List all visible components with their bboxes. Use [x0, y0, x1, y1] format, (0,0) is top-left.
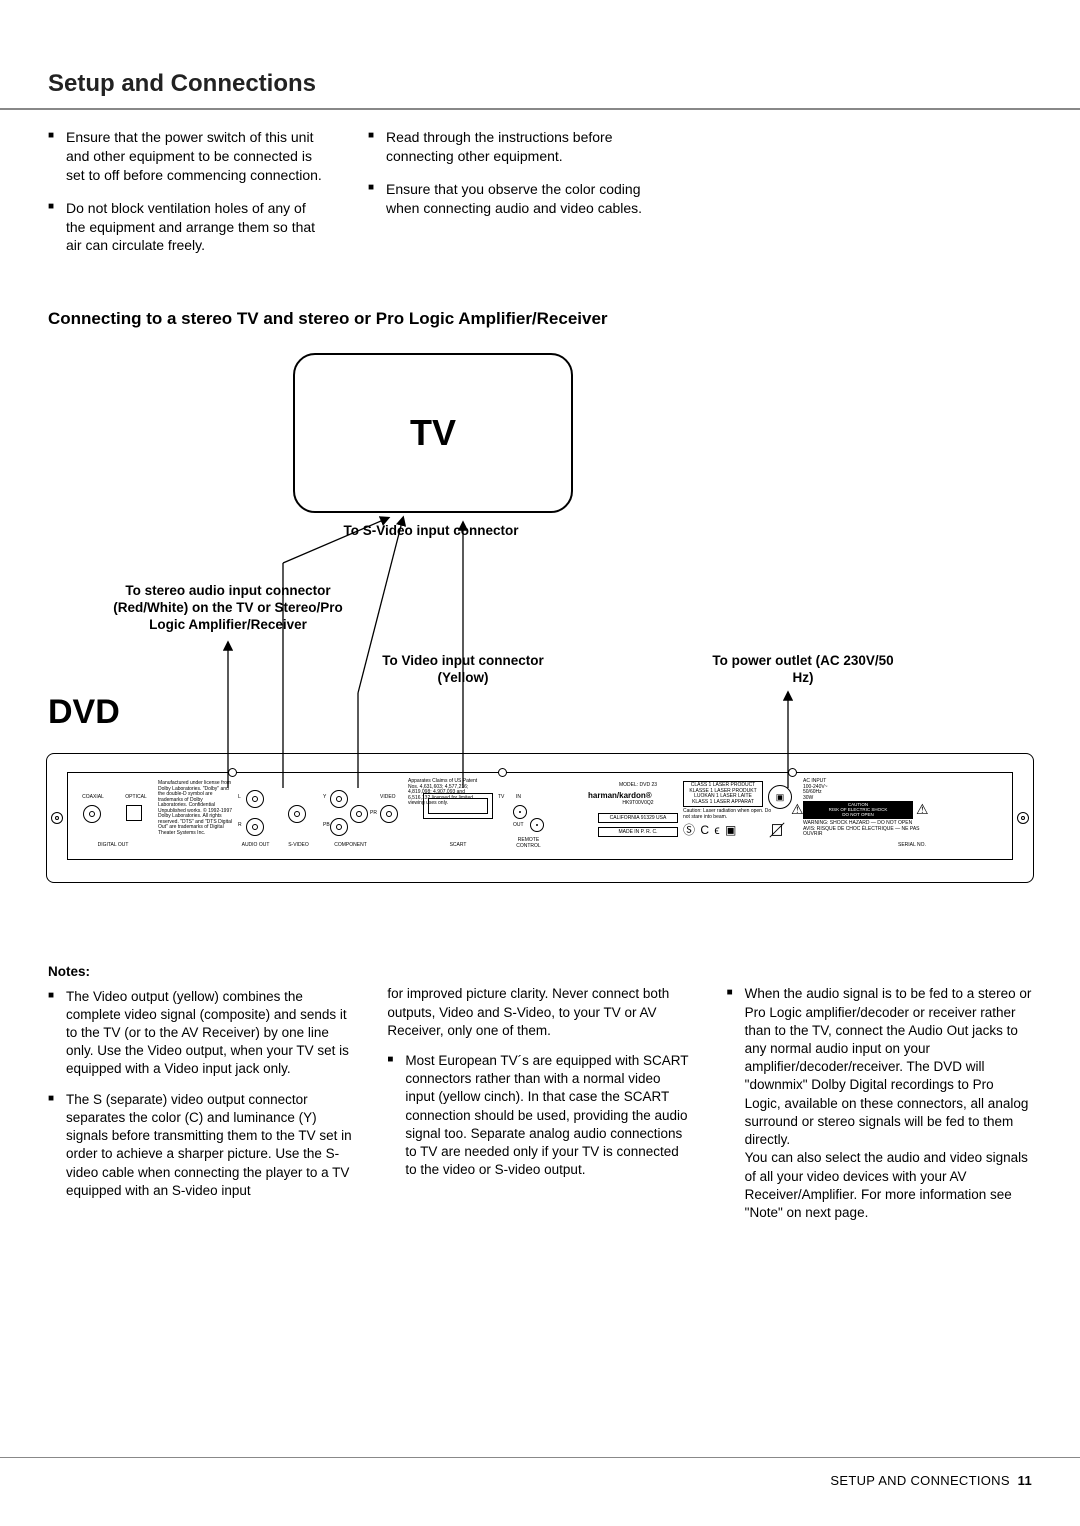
- label-remote: REMOTE CONTROL: [506, 838, 551, 849]
- dvd-label: DVD: [48, 693, 120, 732]
- connection-diagram: TV To S-Video input connector To stereo …: [48, 343, 1032, 903]
- jack-pr: [350, 805, 368, 823]
- title-rule: [0, 108, 1080, 110]
- video-label: To Video input connector (Yellow): [368, 653, 558, 687]
- caution-box: CAUTION RISK OF ELECTRIC SHOCK DO NOT OP…: [803, 801, 913, 819]
- jack-audio-l: [246, 790, 264, 808]
- chassis-screw: [1017, 812, 1029, 824]
- section-subheading: Connecting to a stereo TV and stereo or …: [48, 309, 1032, 329]
- brand-label: harman/kardon®: [588, 791, 652, 800]
- scart-connector: [423, 793, 493, 819]
- warning-triangle-icon: ⚠: [791, 801, 804, 818]
- intro-bullet: Ensure that the power switch of this uni…: [48, 128, 328, 185]
- jack-optical: [126, 805, 142, 821]
- label-pr: PR: [370, 811, 377, 817]
- shock-triangle-icon: ⚠: [916, 801, 929, 818]
- chassis-screw: [51, 812, 63, 824]
- page-title: Setup and Connections: [48, 70, 1032, 98]
- panel-screw: [498, 768, 507, 777]
- notes-section: Notes: The Video output (yellow) combine…: [48, 963, 1032, 1234]
- laser-class-box: CLASS 1 LASER PRODUCT KLASSE 1 LASER PRO…: [683, 781, 763, 807]
- jack-y: [330, 790, 348, 808]
- power-label: To power outlet (AC 230V/50 Hz): [708, 653, 898, 687]
- note-item: The S (separate) video output connector …: [48, 1091, 353, 1200]
- label-y: Y: [323, 795, 326, 801]
- label-made: MADE IN P. R. C.: [598, 827, 678, 837]
- note-item: Most European TV´s are equipped with SCA…: [387, 1052, 692, 1180]
- label-scart: SCART: [428, 843, 488, 849]
- label-video: VIDEO: [380, 795, 396, 801]
- label-coaxial: COAXIAL: [73, 795, 113, 801]
- intro-bullet: Ensure that you observe the color coding…: [368, 180, 648, 218]
- label-l: L: [238, 795, 241, 801]
- brand-sub: HK9T00V0Q2: [598, 801, 678, 807]
- label-in: IN: [516, 795, 521, 801]
- jack-coaxial: [83, 805, 101, 823]
- intro-columns: Ensure that the power switch of this uni…: [48, 128, 1032, 269]
- label-california: CALIFORNIA 91329 USA: [598, 813, 678, 823]
- panel-screw: [228, 768, 237, 777]
- note-item: The Video output (yellow) combines the c…: [48, 988, 353, 1079]
- intro-bullet: Read through the instructions before con…: [368, 128, 648, 166]
- dolby-fineprint: Manufactured under license from Dolby La…: [158, 781, 233, 836]
- label-pb: PB: [323, 823, 330, 829]
- jack-video: [380, 805, 398, 823]
- jack-svideo: [288, 805, 306, 823]
- cert-icons: Ⓢ C ϵ ▣: [683, 821, 737, 838]
- laser-caution: Caution: Laser radiation when open. Do n…: [683, 809, 773, 820]
- jack-remote-out: [530, 818, 544, 832]
- label-svideo: S-VIDEO: [276, 843, 321, 849]
- label-out: OUT: [513, 823, 524, 829]
- jack-audio-r: [246, 818, 264, 836]
- label-scart-tv: TV: [498, 795, 504, 801]
- label-optical: OPTICAL: [116, 795, 156, 801]
- label-r: R: [238, 823, 242, 829]
- label-component: COMPONENT: [323, 843, 378, 849]
- panel-screw: [788, 768, 797, 777]
- jack-remote-in: [513, 805, 527, 819]
- notes-heading: Notes:: [48, 963, 353, 981]
- serial-label: SERIAL NO.: [898, 843, 926, 849]
- jack-pb: [330, 818, 348, 836]
- label-model: MODEL: DVD 23: [598, 783, 678, 789]
- footer-rule: [0, 1457, 1080, 1459]
- footer: SETUP AND CONNECTIONS 11: [830, 1473, 1032, 1488]
- footer-page-number: 11: [1018, 1473, 1032, 1488]
- dvd-rear-panel: COAXIAL OPTICAL DIGITAL OUT Manufactured…: [46, 753, 1034, 883]
- ac-input-label: AC INPUT 100-240V~ 50/60Hz 30W: [803, 779, 853, 801]
- label-audio-out: AUDIO OUT: [228, 843, 283, 849]
- stereo-audio-label: To stereo audio input connector (Red/Whi…: [103, 583, 353, 634]
- footer-section-label: SETUP AND CONNECTIONS: [830, 1473, 1009, 1488]
- tv-box: TV: [293, 353, 573, 513]
- note-continuation: for improved picture clarity. Never conn…: [387, 985, 692, 1040]
- intro-bullet: Do not block ventilation holes of any of…: [48, 199, 328, 256]
- caution-sub: WARNING: SHOCK HAZARD — DO NOT OPEN AVIS…: [803, 821, 933, 838]
- note-item: When the audio signal is to be fed to a …: [727, 985, 1032, 1222]
- label-digital-out: DIGITAL OUT: [78, 843, 148, 849]
- trash-icon: [768, 821, 786, 839]
- svideo-label: To S-Video input connector: [306, 523, 556, 540]
- double-insulation-icon: ▣: [768, 785, 792, 809]
